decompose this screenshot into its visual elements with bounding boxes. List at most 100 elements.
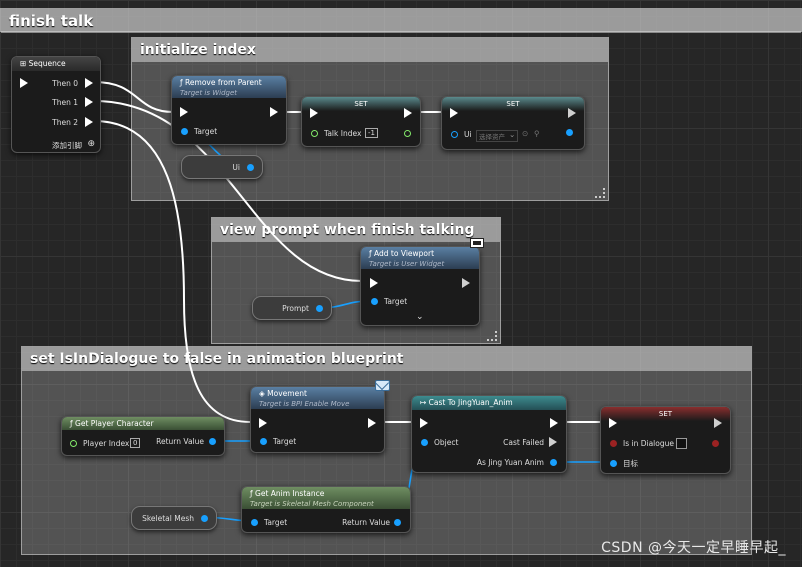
monitor-icon <box>470 238 484 248</box>
exec-in[interactable] <box>370 278 378 288</box>
talk-index-out-pin[interactable] <box>404 130 411 137</box>
cast-title: Cast To JingYuan_Anim <box>428 398 513 407</box>
exec-out[interactable] <box>714 418 722 428</box>
return-value-label: Return Value <box>342 518 390 527</box>
sequence-title: Sequence <box>28 59 66 68</box>
message-icon: ◈ <box>259 389 268 398</box>
target-label: 目标 <box>623 459 638 468</box>
target-pin[interactable] <box>251 519 258 526</box>
get-anim-instance-title: Get Anim Instance <box>255 489 325 498</box>
talk-index-value-field[interactable]: -1 <box>365 128 378 138</box>
movement-node[interactable]: ◈ Movement Target is BPI Enable Move Tar… <box>250 386 385 453</box>
set-header: SET <box>302 97 420 111</box>
target-label: Target <box>264 518 288 527</box>
get-anim-instance-node[interactable]: ƒ Get Anim Instance Target is Skeletal M… <box>241 486 411 533</box>
set-ui-node[interactable]: SET Ui 选择资产 ⌄ ⊙ ⚲ <box>441 96 585 150</box>
skeletal-mesh-variable-node[interactable]: Skeletal Mesh <box>131 506 217 530</box>
remove-from-parent-subtitle: Target is Widget <box>180 89 238 97</box>
prompt-variable-label: Prompt <box>282 304 309 313</box>
player-index-value-field[interactable]: 0 <box>130 438 141 448</box>
ui-pin[interactable] <box>451 131 458 138</box>
sequence-node[interactable]: ⊞ Sequence Then 0 Then 1 Then 2 添加引脚 ⊕ <box>11 56 101 153</box>
chevron-down-icon: ⌄ <box>509 130 516 139</box>
is-in-dialogue-out-pin[interactable] <box>712 440 719 447</box>
then1-pin[interactable] <box>85 97 93 107</box>
ui-pin-label: Ui <box>464 130 472 139</box>
prompt-variable-node[interactable]: Prompt <box>252 296 332 320</box>
object-label: Object <box>434 438 459 447</box>
exec-in[interactable] <box>450 108 458 118</box>
get-anim-instance-subtitle: Target is Skeletal Mesh Component <box>250 500 374 508</box>
movement-title: Movement <box>267 389 307 398</box>
as-jing-yuan-anim-pin[interactable] <box>550 459 557 466</box>
return-value-pin[interactable] <box>209 438 216 445</box>
return-value-label: Return Value <box>156 437 204 446</box>
add-to-viewport-title: Add to Viewport <box>374 249 435 258</box>
is-in-dialogue-label: Is in Dialogue <box>623 439 674 448</box>
add-to-viewport-subtitle: Target is User Widget <box>369 260 445 268</box>
target-pin[interactable] <box>181 128 188 135</box>
cast-header: ↦ Cast To JingYuan_Anim <box>412 396 566 410</box>
target-pin[interactable] <box>371 298 378 305</box>
then2-pin[interactable] <box>85 117 93 127</box>
add-to-viewport-header: ƒ Add to Viewport Target is User Widget <box>361 247 479 269</box>
is-in-dialogue-checkbox[interactable] <box>676 438 687 449</box>
set-talk-index-node[interactable]: SET Talk Index -1 <box>301 96 421 147</box>
expand-chevron-icon[interactable]: ⌄ <box>416 312 424 322</box>
set-header: SET <box>601 407 730 421</box>
set-is-in-dialogue-node[interactable]: SET Is in Dialogue 目标 <box>600 406 731 474</box>
exec-in[interactable] <box>420 418 428 428</box>
target-label: Target <box>194 127 218 136</box>
remove-from-parent-node[interactable]: ƒ Remove from Parent Target is Widget Ta… <box>171 75 287 145</box>
exec-out[interactable] <box>404 108 412 118</box>
get-anim-instance-header: ƒ Get Anim Instance Target is Skeletal M… <box>242 487 410 509</box>
sequence-header: ⊞ Sequence <box>12 57 100 71</box>
browse-search-icon[interactable]: ⚲ <box>534 129 540 138</box>
object-pin[interactable] <box>421 439 428 446</box>
get-player-character-header: ƒ Get Player Character <box>62 417 224 430</box>
prompt-variable-pin[interactable] <box>316 305 323 312</box>
use-selected-icon[interactable]: ⊙ <box>522 129 528 138</box>
ui-out-pin[interactable] <box>566 129 573 136</box>
then2-label: Then 2 <box>52 118 78 127</box>
exec-out[interactable] <box>270 107 278 117</box>
movement-subtitle: Target is BPI Enable Move <box>259 400 350 408</box>
movement-header: ◈ Movement Target is BPI Enable Move <box>251 387 384 409</box>
set-header: SET <box>442 97 584 111</box>
target-pin[interactable] <box>260 438 267 445</box>
remove-from-parent-title: Remove from Parent <box>185 78 262 87</box>
exec-in[interactable] <box>310 108 318 118</box>
is-in-dialogue-pin[interactable] <box>610 440 617 447</box>
player-index-label: Player Index <box>83 439 130 448</box>
exec-out[interactable] <box>568 108 576 118</box>
ui-variable-node[interactable]: Ui <box>181 155 263 179</box>
exec-out[interactable] <box>462 278 470 288</box>
sequence-icon: ⊞ <box>20 59 29 68</box>
add-to-viewport-node[interactable]: ƒ Add to Viewport Target is User Widget … <box>360 246 480 326</box>
then0-pin[interactable] <box>85 78 93 88</box>
get-player-character-node[interactable]: ƒ Get Player Character Player Index 0 Re… <box>61 416 225 456</box>
remove-from-parent-header: ƒ Remove from Parent Target is Widget <box>172 76 286 98</box>
skeletal-mesh-label: Skeletal Mesh <box>142 514 194 523</box>
exec-out[interactable] <box>550 418 558 428</box>
ui-variable-pin[interactable] <box>247 164 254 171</box>
target-pin[interactable] <box>610 460 617 467</box>
talk-index-pin[interactable] <box>311 130 318 137</box>
get-player-character-title: Get Player Character <box>75 419 154 428</box>
exec-in[interactable] <box>180 107 188 117</box>
exec-in[interactable] <box>259 418 267 428</box>
exec-in[interactable] <box>609 418 617 428</box>
add-pin-icon[interactable]: ⊕ <box>87 139 95 149</box>
envelope-icon <box>374 375 390 391</box>
talk-index-label: Talk Index <box>324 129 362 138</box>
cast-to-jingyuan-anim-node[interactable]: ↦ Cast To JingYuan_Anim Object Cast Fail… <box>411 395 567 473</box>
sequence-exec-in[interactable] <box>20 78 28 88</box>
skeletal-mesh-pin[interactable] <box>201 515 208 522</box>
cast-failed-label: Cast Failed <box>503 438 544 447</box>
add-pin-label[interactable]: 添加引脚 <box>52 140 82 151</box>
then1-label: Then 1 <box>52 98 78 107</box>
exec-out[interactable] <box>368 418 376 428</box>
cast-failed-pin[interactable] <box>549 437 557 447</box>
player-index-pin[interactable] <box>70 440 77 447</box>
return-value-pin[interactable] <box>394 519 401 526</box>
